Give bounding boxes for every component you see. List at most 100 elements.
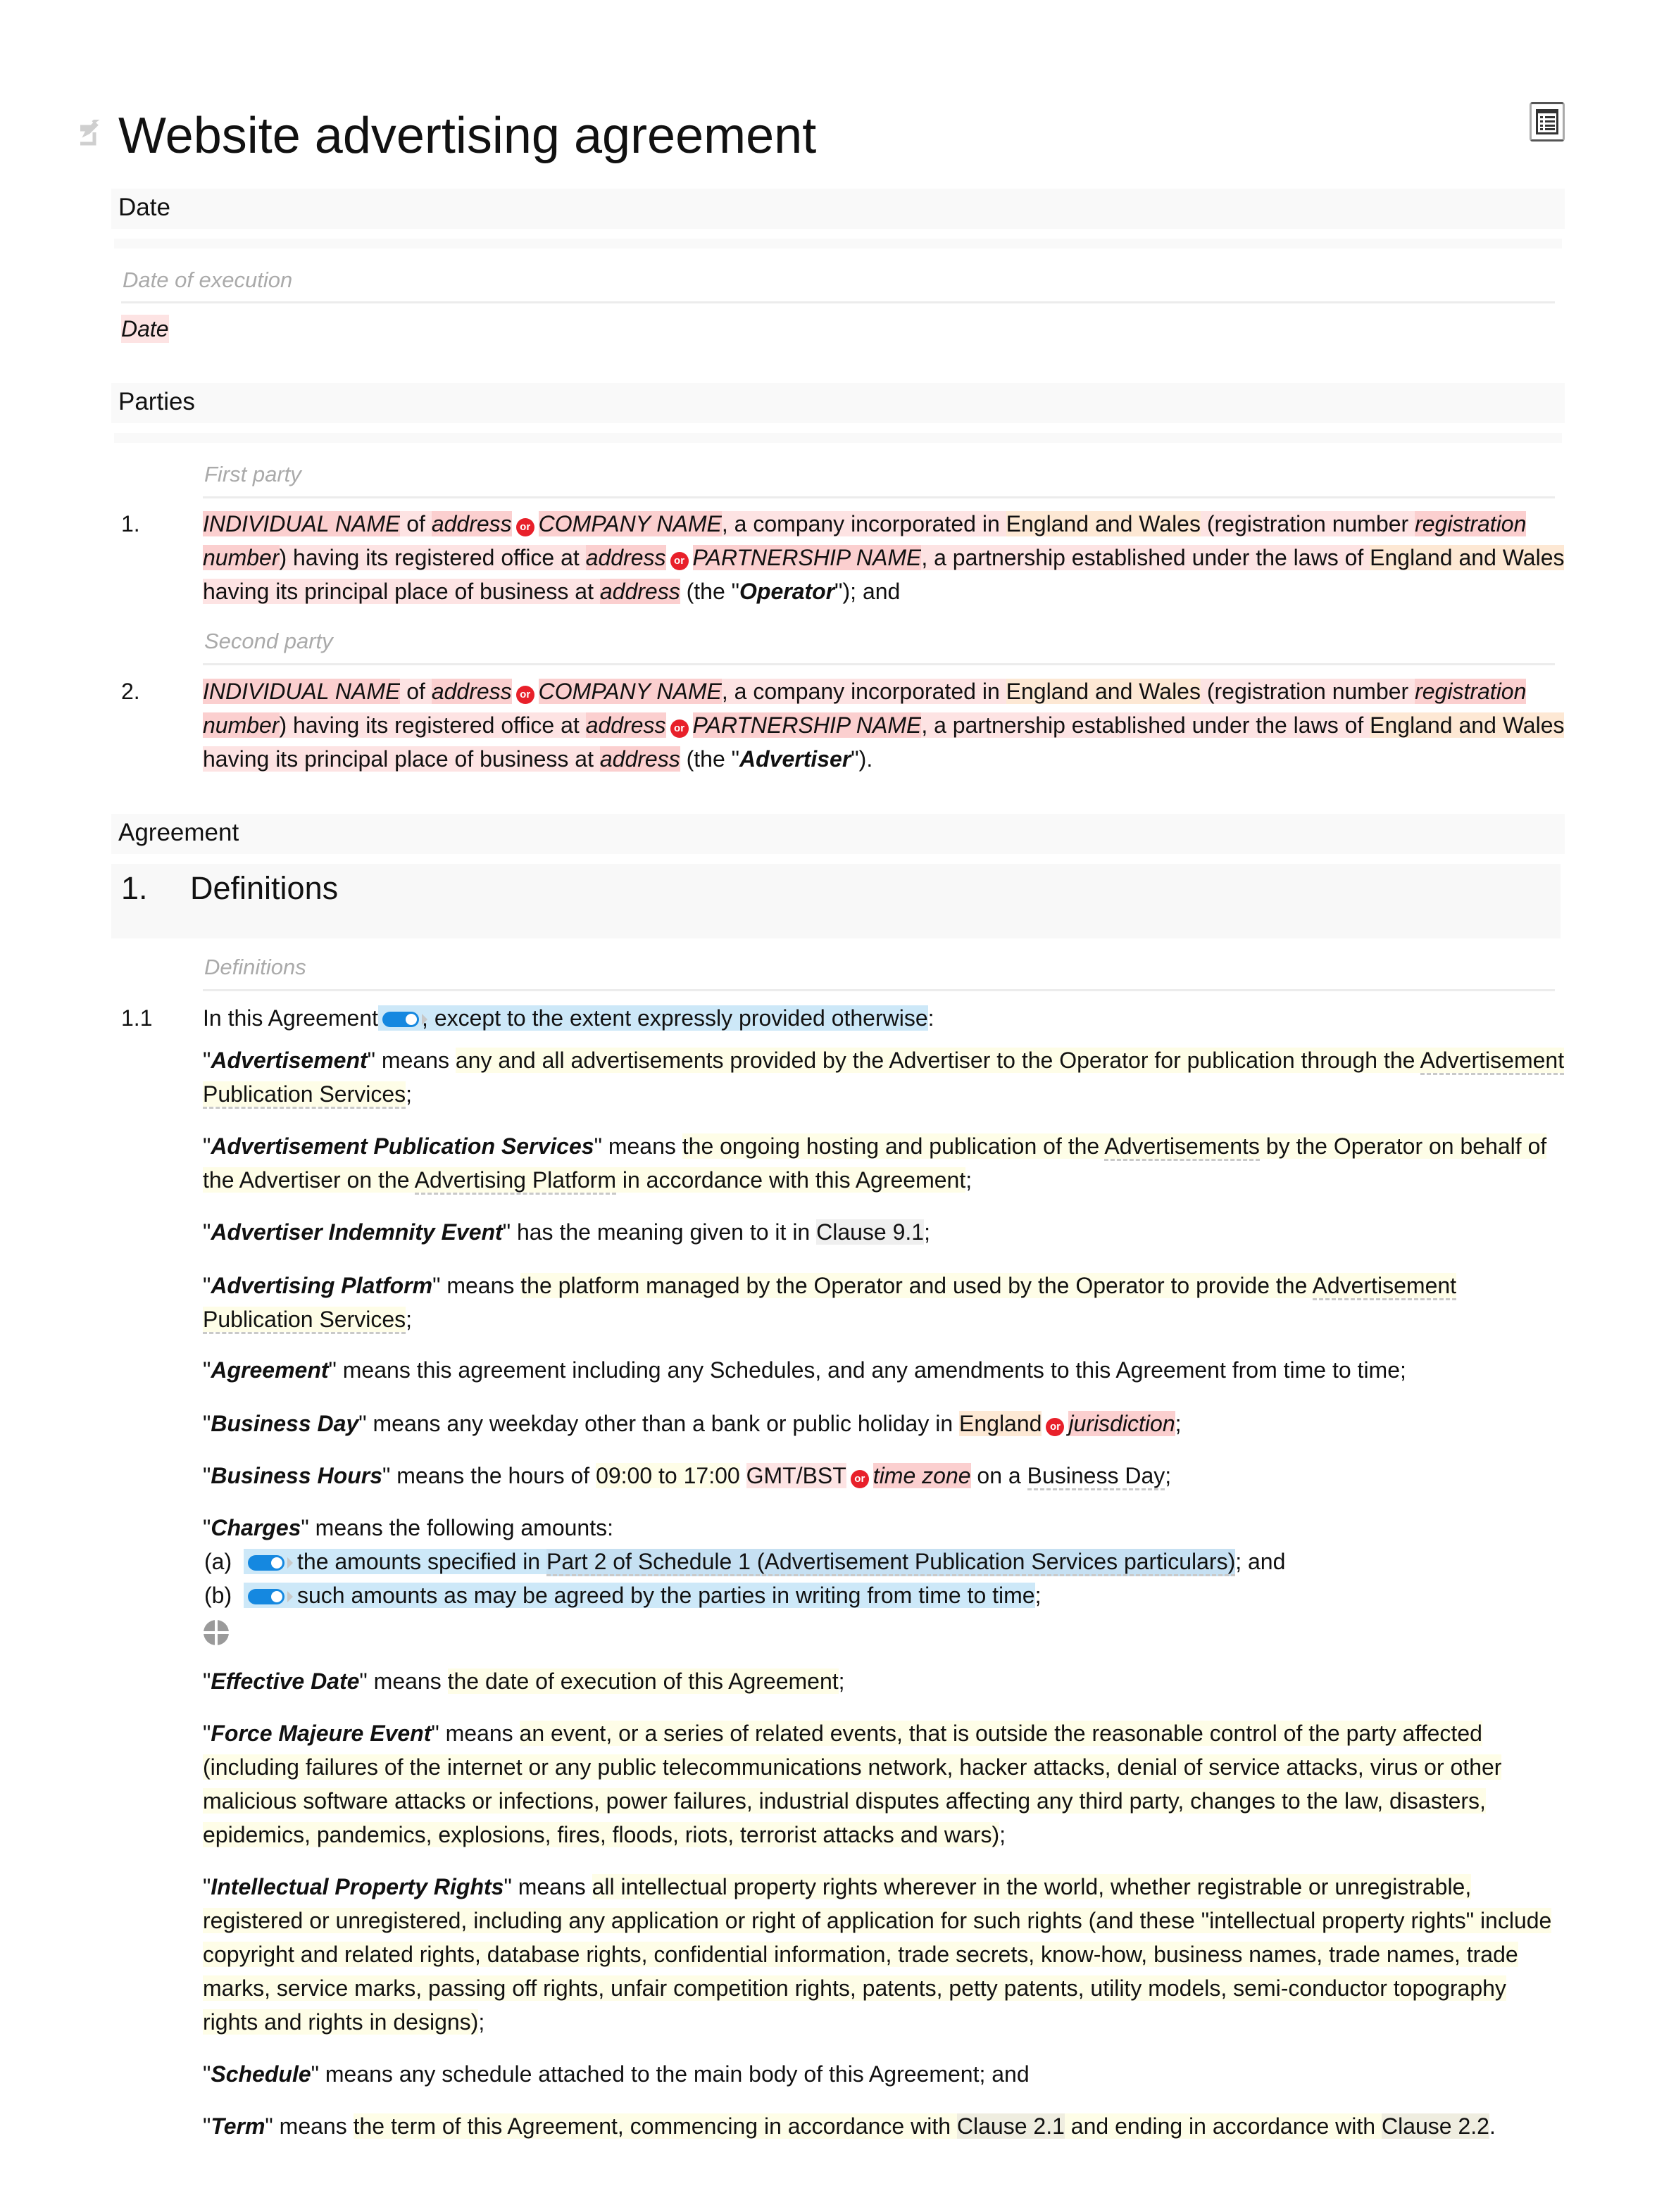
expand-arrow-icon[interactable] bbox=[287, 1591, 293, 1602]
definition-term: "Term" means the term of this Agreement,… bbox=[203, 2113, 1496, 2139]
date-field-label: Date of execution bbox=[123, 268, 293, 292]
text: , except to the extent expressly provide… bbox=[422, 1005, 928, 1031]
agreement-section-header bbox=[111, 814, 1565, 854]
date-section-heading: Date bbox=[118, 194, 170, 221]
editable-text[interactable]: the term of this Agreement, commencing i… bbox=[353, 2113, 1489, 2139]
text: ) having its registered office at bbox=[279, 712, 586, 738]
text: "). bbox=[851, 746, 873, 772]
text: ; bbox=[1175, 1411, 1182, 1436]
schedule-reference-link[interactable]: Part 2 of Schedule 1 (Advertisement Publ… bbox=[546, 1549, 1236, 1576]
address-field[interactable]: address bbox=[431, 679, 512, 704]
charges-item-a: the amounts specified in Part 2 of Sched… bbox=[244, 1545, 1285, 1578]
list-item-label: (a) bbox=[204, 1549, 232, 1574]
divider bbox=[203, 989, 1555, 991]
text: of bbox=[400, 511, 432, 536]
definition-advertisement-publication-services: "Advertisement Publication Services" mea… bbox=[203, 1129, 1565, 1197]
text: (registration number bbox=[1200, 679, 1415, 704]
or-toggle-icon[interactable]: or bbox=[670, 719, 689, 738]
or-toggle-icon[interactable]: or bbox=[1046, 1418, 1065, 1436]
or-toggle-icon[interactable]: or bbox=[670, 552, 689, 570]
parties-section-header bbox=[111, 383, 1565, 423]
or-toggle-icon[interactable]: or bbox=[515, 518, 534, 536]
text: " means bbox=[431, 1721, 520, 1746]
text: ; bbox=[838, 1669, 845, 1694]
editable-text[interactable]: the date of execution of this Agreement bbox=[447, 1669, 839, 1694]
address-field[interactable]: address bbox=[431, 511, 512, 536]
text: having its principal place of business a… bbox=[203, 746, 600, 772]
definition-intellectual-property-rights: "Intellectual Property Rights" means all… bbox=[203, 1874, 1552, 2035]
defined-term: Agreement bbox=[211, 1357, 329, 1383]
or-toggle-icon[interactable]: or bbox=[515, 686, 534, 704]
defined-term: Business Hours bbox=[211, 1463, 382, 1488]
document-title: Website advertising agreement bbox=[118, 108, 817, 164]
clause-reference-link[interactable]: Clause 2.2 bbox=[1381, 2113, 1489, 2139]
defined-term-link[interactable]: Advertisements bbox=[1104, 1133, 1260, 1161]
definition-schedule: "Schedule" means any schedule attached t… bbox=[203, 2061, 1030, 2087]
text: ; bbox=[478, 2009, 485, 2035]
company-name-field[interactable]: COMPANY NAME bbox=[538, 511, 722, 536]
time-zone-option[interactable]: GMT/BST bbox=[746, 1463, 846, 1488]
defined-term: Term bbox=[211, 2113, 265, 2139]
defined-term: Intellectual Property Rights bbox=[211, 1874, 504, 1899]
partnership-name-field[interactable]: PARTNERSHIP NAME bbox=[692, 712, 922, 738]
text: " means bbox=[359, 1669, 448, 1694]
text: ; bbox=[999, 1822, 1006, 1847]
individual-name-field[interactable]: INDIVIDUAL NAME bbox=[203, 511, 401, 536]
text: ; bbox=[406, 1081, 413, 1107]
clause-reference-link[interactable]: Clause 2.1 bbox=[956, 2113, 1065, 2139]
date-value-field[interactable]: Date bbox=[121, 315, 169, 343]
defined-term-operator: Operator bbox=[739, 579, 835, 604]
defined-term: Advertisement Publication Services bbox=[211, 1133, 594, 1159]
table-of-contents-button[interactable] bbox=[1530, 102, 1565, 142]
text: " means bbox=[367, 1048, 456, 1073]
defined-term-link[interactable]: Business Day bbox=[1027, 1463, 1165, 1490]
text: , a partnership established under the la… bbox=[921, 712, 1370, 738]
address-field[interactable]: address bbox=[599, 746, 680, 772]
add-item-icon[interactable] bbox=[203, 1619, 230, 1646]
address-field[interactable]: address bbox=[585, 712, 666, 738]
text: (the " bbox=[680, 579, 739, 604]
individual-name-field[interactable]: INDIVIDUAL NAME bbox=[203, 679, 401, 704]
text: the ongoing hosting and publication of t… bbox=[682, 1133, 1105, 1159]
edit-icon[interactable] bbox=[79, 120, 100, 148]
divider bbox=[203, 663, 1555, 665]
text: , a partnership established under the la… bbox=[921, 545, 1370, 570]
text: " means bbox=[594, 1133, 682, 1159]
text: on a bbox=[970, 1463, 1027, 1488]
text: , a company incorporated in bbox=[721, 679, 1006, 704]
toggle-switch[interactable] bbox=[248, 1555, 284, 1571]
time-zone-field[interactable]: time zone bbox=[873, 1463, 971, 1488]
jurisdiction-field[interactable]: England and Wales bbox=[1370, 545, 1565, 570]
clause-reference-link[interactable]: Clause 9.1 bbox=[816, 1219, 925, 1245]
address-field[interactable]: address bbox=[599, 579, 680, 604]
toggle-switch[interactable] bbox=[382, 1012, 420, 1027]
defined-term: Advertising Platform bbox=[211, 1273, 433, 1298]
clause-number: 1. bbox=[121, 870, 148, 906]
defined-term-link[interactable]: Advertising Platform bbox=[414, 1167, 616, 1195]
address-field[interactable]: address bbox=[585, 545, 666, 570]
text: ; bbox=[1165, 1463, 1172, 1488]
jurisdiction-field[interactable]: England and Wales bbox=[1006, 511, 1201, 536]
expand-arrow-icon[interactable] bbox=[287, 1557, 293, 1569]
text: the term of this Agreement, commencing i… bbox=[353, 2113, 957, 2139]
partnership-name-field[interactable]: PARTNERSHIP NAME bbox=[692, 545, 922, 570]
jurisdiction-field[interactable]: England and Wales bbox=[1006, 679, 1201, 704]
jurisdiction-field[interactable]: England and Wales bbox=[1370, 712, 1565, 738]
jurisdiction-field[interactable]: England bbox=[959, 1411, 1042, 1436]
text: ; bbox=[965, 1167, 973, 1193]
defined-term-advertiser: Advertiser bbox=[739, 746, 851, 772]
company-name-field[interactable]: COMPANY NAME bbox=[538, 679, 722, 704]
defined-term: Advertisement bbox=[211, 1048, 368, 1073]
hours-field[interactable]: 09:00 to 17:00 bbox=[596, 1463, 740, 1488]
or-toggle-icon[interactable]: or bbox=[850, 1470, 869, 1488]
toggle-switch[interactable] bbox=[248, 1589, 284, 1604]
text: (the " bbox=[680, 746, 739, 772]
text: " means bbox=[432, 1273, 521, 1298]
table-of-contents-icon bbox=[1536, 109, 1558, 134]
defined-term: Schedule bbox=[211, 2061, 311, 2087]
text: ; and bbox=[1235, 1549, 1286, 1574]
jurisdiction-placeholder-field[interactable]: jurisdiction bbox=[1068, 1411, 1175, 1436]
text: " means any weekday other than a bank or… bbox=[358, 1411, 959, 1436]
text: the amounts specified in bbox=[297, 1549, 546, 1574]
defined-term: Charges bbox=[211, 1515, 301, 1540]
